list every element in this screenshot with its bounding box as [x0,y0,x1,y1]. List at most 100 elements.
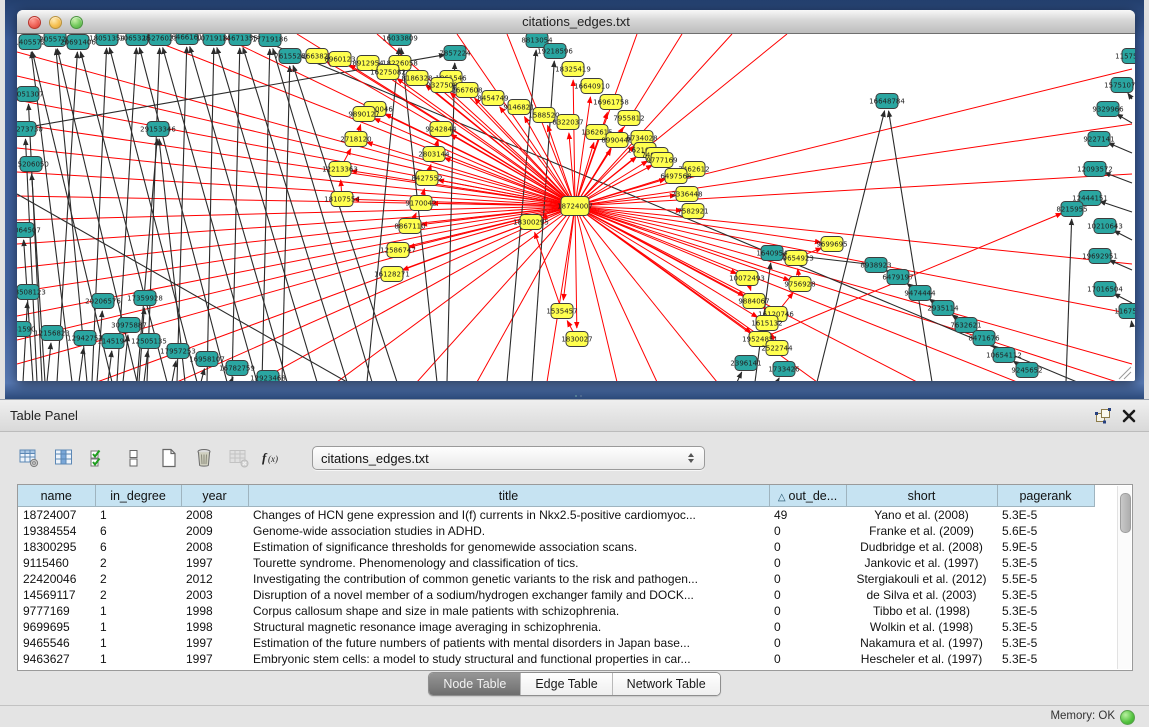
yellow-node[interactable]: 1830027 [561,332,592,347]
table-cell[interactable]: 1998 [181,619,248,635]
table-cell[interactable]: Investigating the contribution of common… [248,571,769,587]
teal-node[interactable]: 12923468 [250,371,286,382]
table-cell[interactable]: 1998 [181,603,248,619]
teal-node[interactable]: 16648784 [869,94,905,109]
table-cell[interactable]: 5.6E-5 [997,523,1094,539]
teal-node[interactable]: 28508123 [17,285,46,300]
table-cell[interactable]: 0 [769,555,846,571]
table-cell[interactable]: 5.3E-5 [997,587,1094,603]
teal-node[interactable]: 10210643 [1087,219,1123,234]
table-cell[interactable]: 2 [95,555,181,571]
table-cell[interactable]: 2003 [181,587,248,603]
table-cell[interactable]: 2009 [181,523,248,539]
table-cell[interactable]: Estimation of the future numbers of pati… [248,635,769,651]
yellow-node[interactable]: 2803144 [418,147,450,162]
table-cell[interactable]: Embryonic stem cells: a model to study s… [248,651,769,667]
table-row[interactable]: 946362711997Embryonic stem cells: a mode… [18,651,1094,667]
yellow-node[interactable]: 9777169 [646,153,677,168]
yellow-node[interactable]: 8960123 [324,52,355,67]
table-cell[interactable]: 5.3E-5 [997,635,1094,651]
table-cell[interactable]: 18724007 [18,507,95,524]
network-canvas[interactable]: 1872400776638228960123891295418226058162… [17,34,1135,381]
tab-edge-table[interactable]: Edge Table [520,673,611,695]
table-cell[interactable]: 22420046 [18,571,95,587]
tab-network-table[interactable]: Network Table [612,673,720,695]
yellow-node[interactable]: 2718120 [340,132,371,147]
new-column-button[interactable] [156,445,182,471]
table-cell[interactable]: Yano et al. (2008) [846,507,997,524]
teal-node[interactable]: 1733426 [768,362,800,377]
yellow-node[interactable]: 7955812 [613,111,644,126]
yellow-node[interactable]: 1535457 [546,304,577,319]
delete-table-button[interactable] [226,445,252,471]
network-table-selector[interactable]: citations_edges.txt [312,446,705,470]
table-cell[interactable]: 9115460 [18,555,95,571]
table-cell[interactable]: 1 [95,635,181,651]
table-cell[interactable]: 1997 [181,555,248,571]
float-window-icon[interactable] [1095,408,1111,424]
table-row[interactable]: 911546021997Tourette syndrome. Phenomeno… [18,555,1094,571]
yellow-node[interactable]: 16961758 [593,95,629,110]
table-cell[interactable]: 0 [769,587,846,603]
table-cell[interactable]: Franke et al. (2009) [846,523,997,539]
yellow-node[interactable]: 9170042 [405,196,436,211]
yellow-node[interactable]: 8427552 [411,171,442,186]
teal-node[interactable]: 9474444 [904,286,936,301]
teal-node[interactable]: 9227141 [1083,132,1114,147]
table-cell[interactable]: 0 [769,651,846,667]
table-cell[interactable]: Jankovic et al. (1997) [846,555,997,571]
teal-node[interactable]: 1167533 [1114,304,1135,319]
table-cell[interactable]: 19384554 [18,523,95,539]
deselect-all-columns-button[interactable] [121,445,147,471]
show-columns-button[interactable] [51,445,77,471]
table-cell[interactable]: 9465546 [18,635,95,651]
scrollbar-thumb[interactable] [1120,493,1131,533]
teal-node[interactable]: 21064507 [17,223,41,238]
table-cell[interactable]: 6 [95,539,181,555]
teal-node[interactable]: 17719186 [252,34,288,47]
yellow-node[interactable]: 7582921 [677,204,708,219]
split-pane-handle[interactable] [573,394,583,398]
table-cell[interactable]: 2012 [181,571,248,587]
citation-network-graph[interactable]: 1872400776638228960123891295418226058162… [17,34,1135,381]
window-titlebar[interactable]: citations_edges.txt [17,10,1135,34]
yellow-node[interactable]: 9890127 [348,107,379,122]
yellow-node[interactable]: 2336448 [671,187,702,202]
table-cell[interactable]: 2008 [181,539,248,555]
delete-column-button[interactable] [191,445,217,471]
table-cell[interactable]: 9699695 [18,619,95,635]
table-cell[interactable]: 1 [95,619,181,635]
yellow-node[interactable]: 2522744 [761,341,793,356]
yellow-node[interactable]: 8867110 [394,219,425,234]
column-header-short[interactable]: short [846,485,997,507]
table-cell[interactable]: 0 [769,523,846,539]
teal-node[interactable]: 12505135 [131,334,167,349]
table-cell[interactable]: 5.3E-5 [997,651,1094,667]
teal-node[interactable]: 7615526 [274,49,306,64]
close-panel-icon[interactable] [1121,408,1137,424]
tab-node-table[interactable]: Node Table [429,673,520,695]
table-cell[interactable]: 49 [769,507,846,524]
teal-node[interactable]: 29153346 [140,122,176,137]
teal-node[interactable]: 12273730 [17,122,43,137]
teal-node[interactable]: 8938923 [860,258,891,273]
yellow-node[interactable]: 1615132 [751,316,782,331]
table-row[interactable]: 1830029562008Estimation of significance … [18,539,1094,555]
table-cell[interactable]: 2 [95,571,181,587]
table-cell[interactable]: 1 [95,507,181,524]
table-row[interactable]: 977716911998Corpus callosum shape and si… [18,603,1094,619]
table-cell[interactable]: Estimation of significance thresholds fo… [248,539,769,555]
column-header-pagerank[interactable]: pagerank [997,485,1094,507]
table-cell[interactable]: 5.3E-5 [997,603,1094,619]
teal-node[interactable]: 6479197 [882,270,913,285]
teal-node[interactable]: 15751074 [1104,78,1135,93]
table-cell[interactable]: 1997 [181,651,248,667]
column-header-title[interactable]: title [248,485,769,507]
yellow-node[interactable]: 16640910 [574,79,610,94]
teal-node[interactable]: 8471676 [968,331,1000,346]
column-header-in-degree[interactable]: in_degree [95,485,181,507]
table-cell[interactable]: Stergiakouli et al. (2012) [846,571,997,587]
vertical-scrollbar[interactable] [1117,486,1131,669]
table-mode-button[interactable] [16,445,42,471]
table-cell[interactable]: 2 [95,587,181,603]
